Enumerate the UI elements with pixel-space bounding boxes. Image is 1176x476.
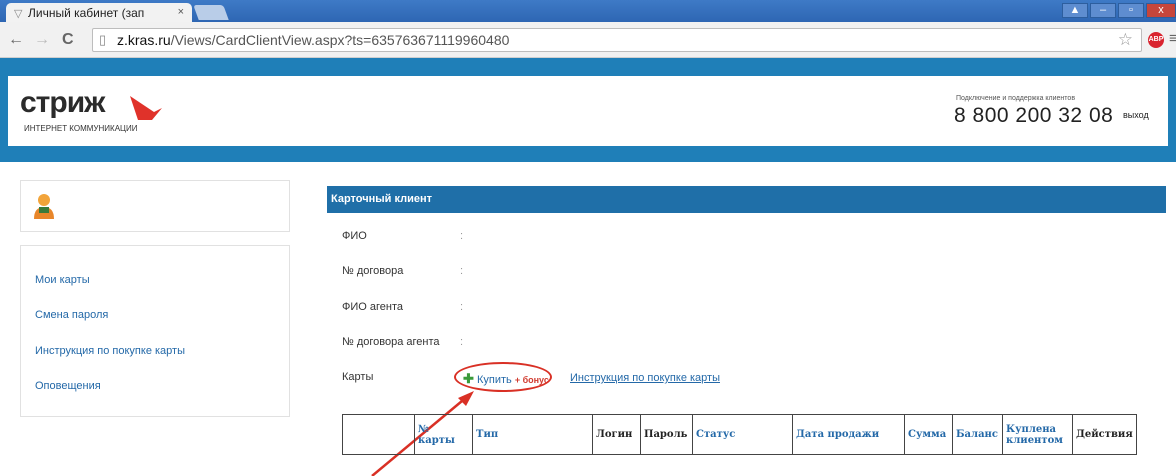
- browser-toolbar: ← → C ▯ z.kras.ru/Views/CardClientView.a…: [0, 22, 1176, 58]
- panel-title: Карточный клиент: [327, 186, 1166, 213]
- close-tab-icon[interactable]: ×: [178, 6, 184, 18]
- field-label-agent-contract: № договора агента: [342, 336, 440, 348]
- page-icon: ▯: [99, 32, 107, 47]
- instruction-link[interactable]: Инструкция по покупке карты: [570, 372, 720, 384]
- close-window-button[interactable]: x: [1146, 3, 1176, 18]
- sidebar-item-instruction[interactable]: Инструкция по покупке карты: [35, 345, 185, 357]
- minimize-button[interactable]: –: [1090, 3, 1116, 18]
- forward-icon[interactable]: →: [34, 31, 50, 49]
- user-avatar-icon: [34, 194, 54, 219]
- field-separator: :: [460, 336, 464, 348]
- logo-bird-icon: [130, 96, 162, 120]
- column-header: Дата продажи: [792, 414, 905, 455]
- field-label-fio: ФИО: [342, 230, 367, 242]
- column-header: Пароль: [640, 414, 693, 455]
- tab-title: Личный кабинет (зап: [28, 6, 145, 20]
- column-header: Сумма: [904, 414, 953, 455]
- column-header: Тип: [472, 414, 593, 455]
- field-label-contract: № договора: [342, 265, 404, 277]
- field-separator: :: [460, 301, 464, 313]
- sidebar-item-notifications[interactable]: Оповещения: [35, 380, 101, 392]
- site-header: стриж ИНТЕРНЕТ КОММУНИКАЦИИ Подключение …: [0, 58, 1176, 162]
- logo-subtitle: ИНТЕРНЕТ КОММУНИКАЦИИ: [24, 124, 138, 133]
- column-header: № карты: [414, 414, 473, 455]
- cards-table: № карты Тип Логин Пароль Статус Дата про…: [342, 414, 1137, 455]
- adblock-icon[interactable]: ABP: [1148, 32, 1164, 48]
- column-header: Статус: [692, 414, 793, 455]
- logout-link[interactable]: выход: [1123, 110, 1149, 120]
- user-box: [20, 180, 290, 232]
- support-phone: 8 800 200 32 08: [954, 104, 1114, 127]
- url-path: /Views/CardClientView.aspx?ts=6357636711…: [170, 32, 510, 48]
- browser-menu-icon[interactable]: ≡: [1169, 30, 1176, 47]
- maximize-button[interactable]: ▫: [1118, 3, 1144, 18]
- table-header-row: № карты Тип Логин Пароль Статус Дата про…: [342, 414, 1137, 455]
- url-domain: z.kras.ru: [117, 32, 171, 48]
- column-header: [342, 414, 415, 455]
- field-label-cards: Карты: [342, 371, 374, 383]
- column-header: Действия: [1072, 414, 1137, 455]
- browser-tab-bar: ▽ Личный кабинет (зап × ▲ – ▫ x: [0, 0, 1176, 22]
- reload-icon[interactable]: C: [62, 31, 74, 49]
- column-header: Куплена клиентом: [1002, 414, 1073, 455]
- back-icon[interactable]: ←: [8, 31, 24, 49]
- column-header: Баланс: [952, 414, 1003, 455]
- highlight-ellipse: [454, 362, 552, 392]
- page-favicon-icon: ▽: [14, 8, 23, 20]
- address-bar[interactable]: ▯ z.kras.ru/Views/CardClientView.aspx?ts…: [92, 28, 1142, 52]
- field-label-agent: ФИО агента: [342, 301, 403, 313]
- sidebar-item-change-password[interactable]: Смена пароля: [35, 309, 108, 321]
- header-panel: стриж ИНТЕРНЕТ КОММУНИКАЦИИ Подключение …: [8, 76, 1168, 146]
- support-label: Подключение и поддержка клиентов: [956, 95, 1076, 102]
- logo[interactable]: стриж: [20, 86, 105, 120]
- profile-icon[interactable]: ▲: [1062, 3, 1088, 18]
- column-header: Логин: [592, 414, 641, 455]
- field-separator: :: [460, 265, 464, 277]
- field-separator: :: [460, 230, 464, 242]
- new-tab-button[interactable]: [193, 5, 229, 20]
- browser-tab[interactable]: ▽ Личный кабинет (зап ×: [6, 3, 192, 22]
- sidebar-menu: Мои карты Смена пароля Инструкция по пок…: [20, 245, 290, 417]
- bookmark-star-icon[interactable]: ☆: [1118, 30, 1133, 50]
- sidebar-item-my-cards[interactable]: Мои карты: [35, 274, 90, 286]
